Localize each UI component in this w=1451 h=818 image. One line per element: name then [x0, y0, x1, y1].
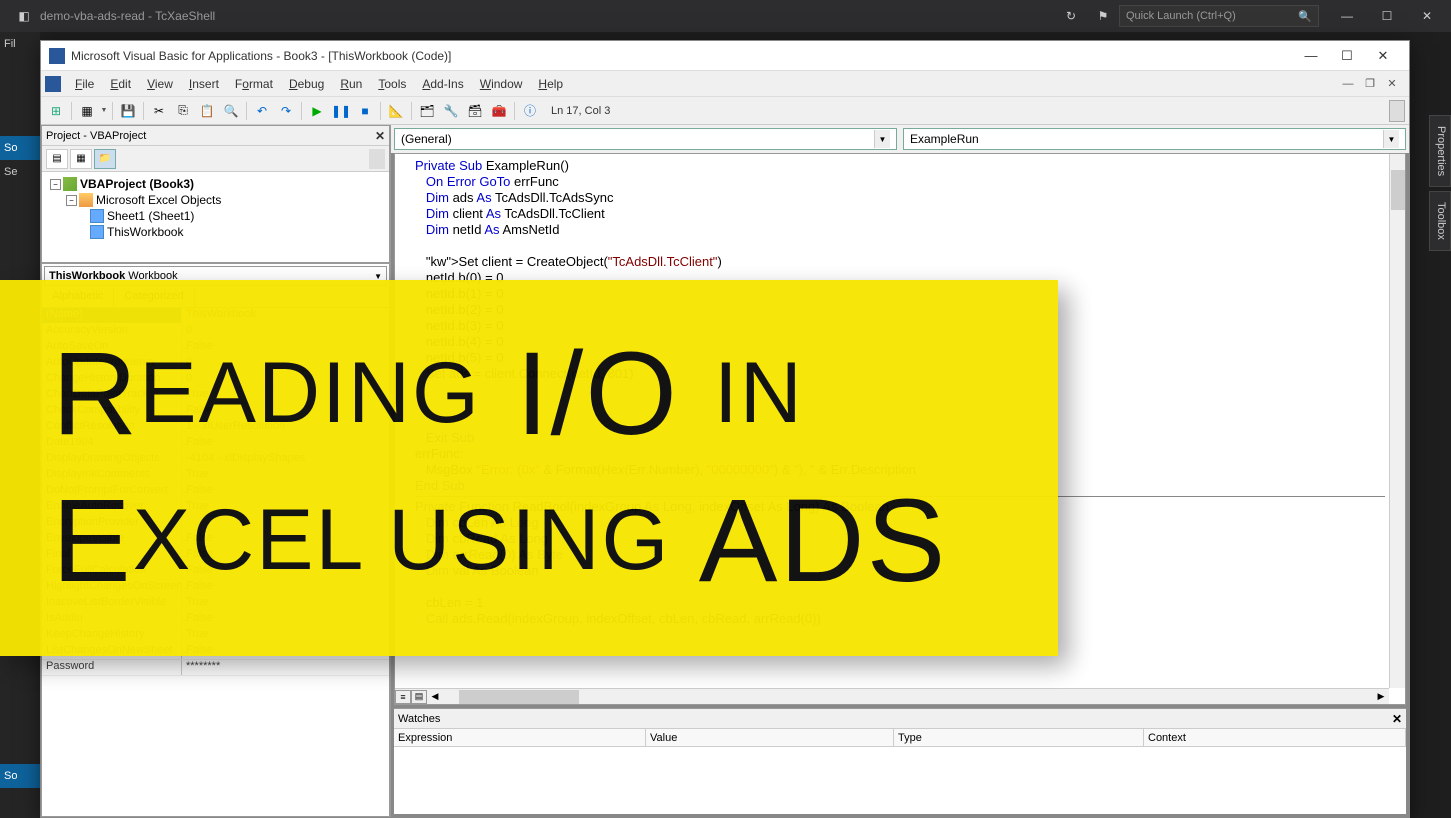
- toggle-folders-button[interactable]: 📁: [94, 149, 116, 169]
- sync-icon[interactable]: ↻: [1055, 4, 1087, 28]
- outer-so-tab[interactable]: So: [0, 136, 40, 160]
- view-object-button[interactable]: ▦: [70, 149, 92, 169]
- code-object-dropdown[interactable]: (General)▼: [394, 128, 897, 150]
- code-vertical-scrollbar[interactable]: [1389, 154, 1405, 688]
- watches-col-value[interactable]: Value: [646, 729, 894, 746]
- watches-header: Expression Value Type Context: [394, 729, 1406, 747]
- project-panel-title: Project - VBAProject: [46, 130, 146, 142]
- full-module-view-button[interactable]: ▤: [411, 690, 427, 704]
- vba-menu-icon: [45, 76, 61, 92]
- toolbar-overflow[interactable]: [1389, 100, 1405, 122]
- side-tab-toolbox[interactable]: Toolbox: [1429, 191, 1451, 251]
- menu-tools[interactable]: Tools: [370, 74, 414, 94]
- maximize-button[interactable]: ☐: [1371, 4, 1403, 28]
- line-column-indicator: Ln 17, Col 3: [551, 105, 610, 117]
- project-explorer-icon[interactable]: 🗂: [416, 100, 438, 122]
- watches-col-context[interactable]: Context: [1144, 729, 1406, 746]
- vba-minimize-button[interactable]: —: [1293, 42, 1329, 70]
- vba-menubar: File Edit View Insert Format Debug Run T…: [41, 71, 1409, 97]
- watches-close-button[interactable]: ✕: [1392, 712, 1402, 726]
- outer-window-titlebar: ◧ demo-vba-ads-read - TcXaeShell ↻ ⚑ Qui…: [0, 0, 1451, 32]
- find-icon[interactable]: 🔍: [220, 100, 242, 122]
- toolbox-icon[interactable]: 🧰: [488, 100, 510, 122]
- inner-close-button[interactable]: ✕: [1383, 76, 1401, 92]
- object-browser-icon[interactable]: 🗃: [464, 100, 486, 122]
- menu-addins[interactable]: Add-Ins: [414, 74, 471, 94]
- menu-run[interactable]: Run: [332, 74, 370, 94]
- view-code-button[interactable]: ▤: [46, 149, 68, 169]
- paste-icon[interactable]: 📋: [196, 100, 218, 122]
- menu-edit[interactable]: Edit: [102, 74, 139, 94]
- vba-close-button[interactable]: ✕: [1365, 42, 1401, 70]
- help-icon[interactable]: ⓘ: [519, 100, 541, 122]
- side-tab-properties[interactable]: Properties: [1429, 115, 1451, 187]
- save-icon[interactable]: 💾: [117, 100, 139, 122]
- view-excel-icon[interactable]: ⊞: [45, 100, 67, 122]
- menu-window[interactable]: Window: [472, 74, 531, 94]
- menu-view[interactable]: View: [139, 74, 181, 94]
- project-explorer-panel: Project - VBAProject ✕ ▤ ▦ 📁 − VBAProjec…: [41, 125, 390, 263]
- watches-col-type[interactable]: Type: [894, 729, 1144, 746]
- banner-line-1: Reading I/O in: [52, 321, 1058, 469]
- insert-icon[interactable]: ▦: [76, 100, 98, 122]
- project-toolbar-scroll: [369, 149, 385, 169]
- tree-excel-objects-folder[interactable]: − Microsoft Excel Objects: [46, 192, 385, 208]
- menu-format[interactable]: Format: [227, 74, 281, 94]
- watches-body[interactable]: [394, 747, 1406, 814]
- run-icon[interactable]: ▶: [306, 100, 328, 122]
- undo-icon[interactable]: ↶: [251, 100, 273, 122]
- watches-col-expression[interactable]: Expression: [394, 729, 646, 746]
- tree-thisworkbook[interactable]: ThisWorkbook: [46, 224, 385, 240]
- outer-se-tab[interactable]: Se: [0, 160, 40, 184]
- quick-launch-placeholder: Quick Launch (Ctrl+Q): [1126, 10, 1236, 22]
- properties-icon[interactable]: 🔧: [440, 100, 462, 122]
- redo-icon[interactable]: ↷: [275, 100, 297, 122]
- inner-minimize-button[interactable]: —: [1339, 76, 1357, 92]
- minimize-button[interactable]: —: [1331, 4, 1363, 28]
- outer-title: demo-vba-ads-read - TcXaeShell: [40, 9, 215, 23]
- procedure-view-button[interactable]: ≡: [395, 690, 411, 704]
- insert-dropdown[interactable]: ▼: [100, 107, 108, 114]
- search-icon: 🔍: [1298, 10, 1312, 23]
- vba-titlebar: Microsoft Visual Basic for Applications …: [41, 41, 1409, 71]
- design-mode-icon[interactable]: 📐: [385, 100, 407, 122]
- project-panel-close-button[interactable]: ✕: [375, 129, 385, 143]
- menu-file[interactable]: File: [67, 74, 102, 94]
- cut-icon[interactable]: ✂: [148, 100, 170, 122]
- menu-help[interactable]: Help: [530, 74, 571, 94]
- tree-sheet1[interactable]: Sheet1 (Sheet1): [46, 208, 385, 224]
- banner-line-2: Excel using ADS: [52, 468, 1058, 616]
- watches-panel: Watches ✕ Expression Value Type Context: [394, 708, 1406, 814]
- vba-maximize-button[interactable]: ☐: [1329, 42, 1365, 70]
- vba-app-icon: [49, 48, 65, 64]
- outer-so-tab-2[interactable]: So: [0, 764, 40, 788]
- quick-launch-input[interactable]: Quick Launch (Ctrl+Q) 🔍: [1119, 5, 1319, 27]
- menu-debug[interactable]: Debug: [281, 74, 332, 94]
- code-horizontal-scrollbar[interactable]: ≡ ▤ ◀ ▶: [395, 688, 1389, 704]
- vba-window-title: Microsoft Visual Basic for Applications …: [71, 49, 1293, 63]
- property-row[interactable]: Password********: [42, 660, 389, 676]
- title-overlay-banner: Reading I/O in Excel using ADS: [0, 280, 1058, 656]
- watches-title: Watches: [398, 713, 440, 725]
- app-icon: ◧: [8, 4, 40, 28]
- break-icon[interactable]: ❚❚: [330, 100, 352, 122]
- code-procedure-dropdown[interactable]: ExampleRun▼: [903, 128, 1406, 150]
- copy-icon[interactable]: ⎘: [172, 100, 194, 122]
- inner-restore-button[interactable]: ❐: [1361, 76, 1379, 92]
- vba-toolbar: ⊞ ▦ ▼ 💾 ✂ ⎘ 📋 🔍 ↶ ↷ ▶ ❚❚ ■ 📐 🗂 🔧 🗃 🧰 ⓘ L…: [41, 97, 1409, 125]
- close-button[interactable]: ✕: [1411, 4, 1443, 28]
- menu-insert[interactable]: Insert: [181, 74, 227, 94]
- project-tree[interactable]: − VBAProject (Book3) − Microsoft Excel O…: [42, 172, 389, 262]
- reset-icon[interactable]: ■: [354, 100, 376, 122]
- flag-icon[interactable]: ⚑: [1087, 4, 1119, 28]
- tree-project-root[interactable]: − VBAProject (Book3): [46, 176, 385, 192]
- outer-file-menu[interactable]: Fil: [0, 32, 40, 56]
